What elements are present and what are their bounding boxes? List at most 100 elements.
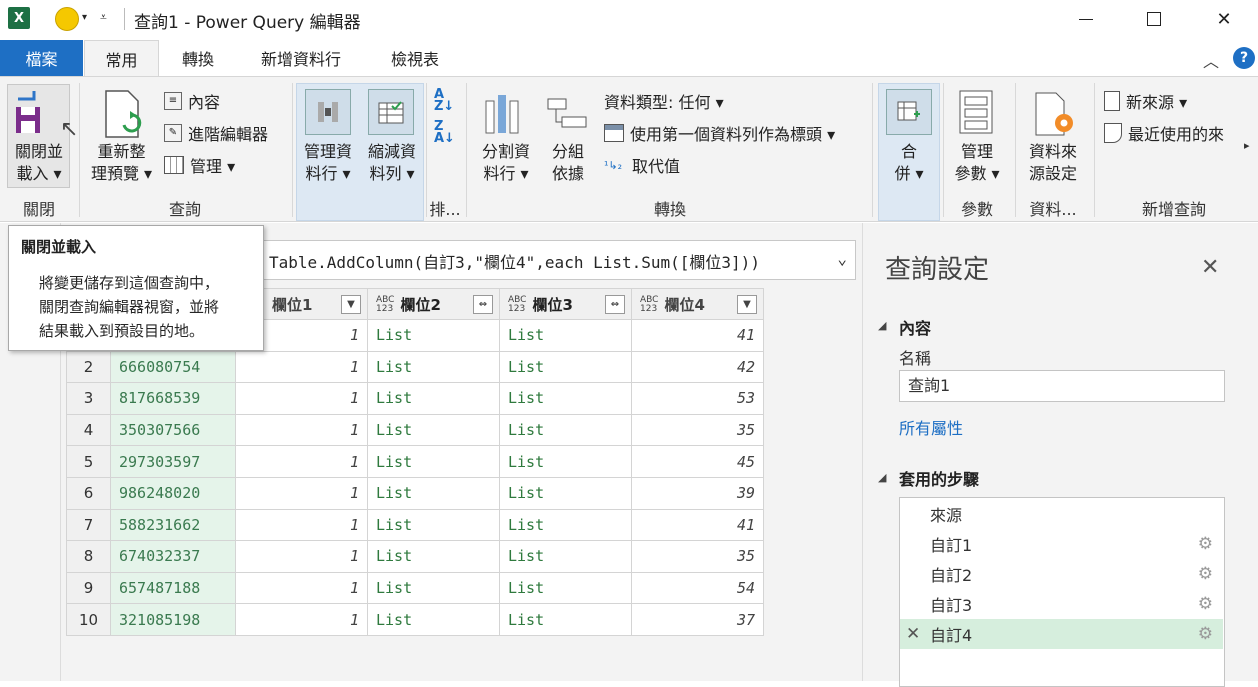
tab-view[interactable]: 檢視表	[378, 40, 452, 76]
cell[interactable]: 42	[631, 350, 764, 384]
maximize-button[interactable]	[1131, 4, 1177, 34]
manage-parameters-button[interactable]: 管理 參數 ▾	[946, 141, 1008, 185]
properties-button[interactable]: ≡ 內容	[164, 89, 220, 113]
cell[interactable]: 1	[235, 603, 368, 636]
delete-step-icon[interactable]: ✕	[906, 624, 920, 644]
gear-icon[interactable]: ⚙	[1198, 624, 1213, 644]
cell-key[interactable]: 666080754	[110, 350, 236, 384]
steps-section-header[interactable]: 套用的步驟	[899, 466, 979, 490]
collapse-steps-icon[interactable]: ◢	[878, 471, 886, 484]
column-header-3[interactable]: ABC 123 欄位3 ⇔	[499, 288, 632, 320]
table-row[interactable]: 5 297303597 1 List List 45	[66, 445, 764, 478]
row-number[interactable]: 5	[66, 445, 111, 478]
row-number[interactable]: 3	[66, 382, 111, 415]
table-row[interactable]: 10 321085198 1 List List 37	[66, 603, 764, 636]
table-row[interactable]: 9 657487188 1 List List 54	[66, 571, 764, 605]
cell[interactable]: 1	[235, 413, 368, 447]
table-row[interactable]: 3 817668539 1 List List 53	[66, 382, 764, 415]
reduce-rows-button[interactable]: 縮減資 料列 ▾	[362, 141, 422, 185]
step-custom-3[interactable]: 自訂3 ⚙	[900, 589, 1223, 619]
filter-dropdown-icon[interactable]: ▼	[341, 295, 361, 314]
cell[interactable]: 37	[631, 603, 764, 636]
cell[interactable]: 45	[631, 445, 764, 478]
cell[interactable]: 53	[631, 382, 764, 415]
cell-list[interactable]: List	[499, 476, 632, 510]
collapse-ribbon-icon[interactable]: ︿	[1203, 48, 1219, 72]
cell-list[interactable]: List	[499, 508, 632, 542]
cell[interactable]: 41	[631, 508, 764, 542]
column-header-2[interactable]: ABC 123 欄位2 ⇔	[367, 288, 500, 320]
cell-key[interactable]: 297303597	[110, 445, 236, 478]
gear-icon[interactable]: ⚙	[1198, 534, 1213, 554]
properties-section-header[interactable]: 內容	[899, 315, 931, 339]
row-number[interactable]: 8	[66, 540, 111, 573]
cell-list[interactable]: List	[367, 476, 500, 510]
ribbon-scroll-right-icon[interactable]: ▸	[1244, 139, 1250, 152]
table-row[interactable]: 2 666080754 1 List List 42	[66, 350, 764, 384]
cell[interactable]: 1	[235, 508, 368, 542]
cell-list[interactable]: List	[367, 445, 500, 478]
replace-values-button[interactable]: ¹↳₂ 取代值	[604, 153, 680, 177]
refresh-preview-button[interactable]: 重新整 理預覽 ▾	[84, 141, 159, 185]
any-type-icon[interactable]: ABC 123	[640, 296, 658, 314]
table-row[interactable]: 8 674032337 1 List List 35	[66, 540, 764, 573]
tab-transform[interactable]: 轉換	[166, 40, 230, 76]
manage-button[interactable]: 管理 ▾	[164, 153, 235, 177]
cell-key[interactable]: 321085198	[110, 603, 236, 636]
minimize-button[interactable]	[1063, 4, 1109, 34]
step-custom-4[interactable]: ✕ 自訂4 ⚙	[900, 619, 1223, 649]
cell[interactable]: 1	[235, 350, 368, 384]
cell-list[interactable]: List	[499, 445, 632, 478]
split-column-button[interactable]: 分割資 料行 ▾	[475, 141, 537, 185]
sort-ascending-icon[interactable]: A Z↓	[434, 88, 454, 113]
close-pane-icon[interactable]: ✕	[1201, 255, 1219, 280]
formula-text[interactable]: Table.AddColumn(自訂3,"欄位4",each List.Sum(…	[269, 249, 760, 273]
any-type-icon[interactable]: ABC 123	[508, 296, 526, 314]
datasource-settings-button[interactable]: 資料來 源設定	[1020, 141, 1086, 185]
cell-list[interactable]: List	[367, 413, 500, 447]
collapse-properties-icon[interactable]: ◢	[878, 319, 886, 332]
data-type-dropdown[interactable]: 資料類型: 任何 ▾	[604, 89, 724, 113]
cell[interactable]: 1	[235, 445, 368, 478]
query-name-input[interactable]: 查詢1	[899, 370, 1225, 402]
cell-list[interactable]: List	[367, 508, 500, 542]
help-icon[interactable]: ?	[1233, 47, 1255, 69]
all-properties-link[interactable]: 所有屬性	[899, 415, 963, 439]
cell-list[interactable]: List	[499, 540, 632, 573]
cell[interactable]: 35	[631, 540, 764, 573]
gear-icon[interactable]: ⚙	[1198, 594, 1213, 614]
cell-list[interactable]: List	[499, 571, 632, 605]
cell-list[interactable]: List	[499, 319, 632, 352]
cell[interactable]: 39	[631, 476, 764, 510]
cell[interactable]: 1	[235, 571, 368, 605]
smiley-icon[interactable]	[55, 7, 79, 31]
gear-icon[interactable]: ⚙	[1198, 564, 1213, 584]
cell[interactable]: 54	[631, 571, 764, 605]
step-source[interactable]: 來源	[900, 499, 1223, 529]
formula-bar[interactable]: Table.AddColumn(自訂3,"欄位4",each List.Sum(…	[262, 240, 856, 280]
table-row[interactable]: 6 986248020 1 List List 39	[66, 476, 764, 510]
cell-key[interactable]: 588231662	[110, 508, 236, 542]
recent-sources-button[interactable]: 最近使用的來	[1104, 121, 1224, 145]
row-number[interactable]: 9	[66, 571, 111, 605]
expand-column-icon[interactable]: ⇔	[605, 295, 625, 314]
step-custom-2[interactable]: 自訂2 ⚙	[900, 559, 1223, 589]
cell-key[interactable]: 350307566	[110, 413, 236, 447]
filter-dropdown-icon[interactable]: ▼	[737, 295, 757, 314]
cell-key[interactable]: 657487188	[110, 571, 236, 605]
expand-column-icon[interactable]: ⇔	[473, 295, 493, 314]
combine-button[interactable]: 合 併 ▾	[880, 141, 938, 185]
group-by-button[interactable]: 分組 依據	[540, 141, 596, 185]
cell[interactable]: 1	[235, 382, 368, 415]
cell-key[interactable]: 674032337	[110, 540, 236, 573]
customize-toolbar-icon[interactable]: ⩡	[100, 10, 107, 25]
cell[interactable]: 1	[235, 540, 368, 573]
close-load-button[interactable]: 關閉並 載入 ▾	[8, 141, 70, 185]
new-source-button[interactable]: 新來源 ▾	[1104, 89, 1187, 113]
sort-descending-icon[interactable]: Z A↓	[434, 120, 455, 145]
cell-list[interactable]: List	[499, 603, 632, 636]
row-number[interactable]: 2	[66, 350, 111, 384]
any-type-icon[interactable]: ABC 123	[376, 296, 394, 314]
cell[interactable]: 41	[631, 319, 764, 352]
cell-list[interactable]: List	[499, 413, 632, 447]
